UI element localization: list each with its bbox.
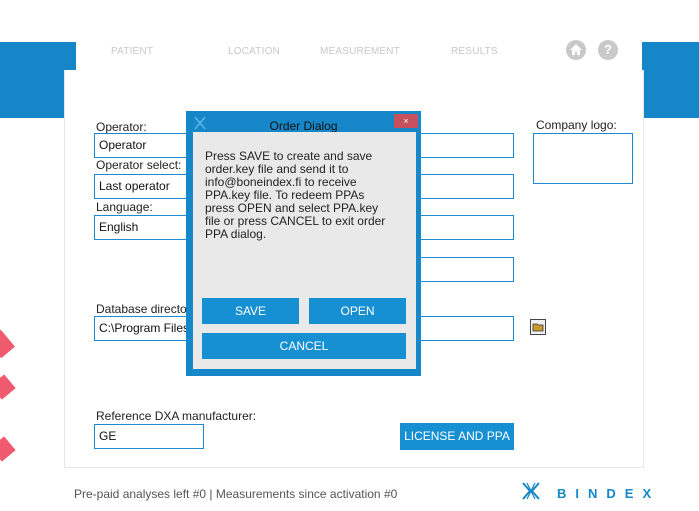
cancel-button[interactable]: CANCEL (202, 333, 406, 359)
operator-label: Operator: (96, 120, 147, 134)
operator-select-label: Operator select: (96, 158, 182, 172)
dxa-label: Reference DXA manufacturer: (96, 409, 257, 423)
tab-measurement[interactable]: MEASUREMENT (320, 46, 400, 57)
brand-name: BINDEX (557, 486, 661, 501)
decor-stripe (0, 374, 16, 400)
extra-field[interactable] (420, 257, 514, 282)
question-icon[interactable]: ? (598, 40, 618, 60)
save-button[interactable]: SAVE (202, 298, 299, 324)
close-icon[interactable]: × (394, 114, 418, 128)
tab-patient[interactable]: PATIENT (111, 46, 153, 57)
tab-location[interactable]: LOCATION (228, 46, 280, 57)
bindex-logo-icon (520, 480, 542, 507)
tab-results[interactable]: RESULTS (451, 46, 498, 57)
decor-stripe (0, 329, 15, 359)
dxa-field[interactable]: GE (94, 424, 204, 449)
license-and-ppa-button[interactable]: LICENSE AND PPA (400, 423, 514, 450)
company-logo-label: Company logo: (536, 118, 617, 132)
open-button[interactable]: OPEN (309, 298, 406, 324)
folder-icon[interactable] (530, 319, 546, 335)
database-label: Database directo (96, 302, 187, 316)
company-logo-box[interactable] (533, 133, 633, 184)
dialog-title: Order Dialog (269, 119, 338, 133)
status-text: Pre-paid analyses left #0 | Measurements… (74, 487, 398, 501)
decor-stripe (0, 436, 16, 462)
dialog-message: Press SAVE to create and save order.key … (205, 149, 386, 241)
language-label: Language: (96, 200, 153, 214)
home-icon[interactable] (566, 40, 586, 60)
